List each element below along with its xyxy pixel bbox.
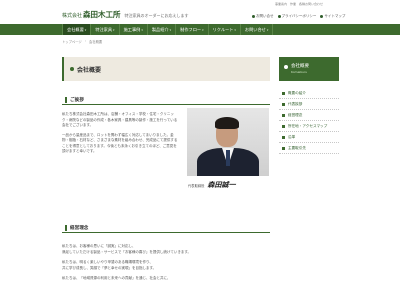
chevron-down-icon: ▾ (266, 27, 269, 32)
philosophy-heading: 経営理念 (62, 223, 270, 233)
philosophy-line: 共に学び成長し、笑顔で「夢と幸せの実現」を目指します。 (62, 266, 157, 270)
title-bullet-icon (70, 67, 74, 71)
privacy-link[interactable]: プライバシーポリシー (277, 14, 317, 19)
sidebar-subtitle: Komaiburu (291, 70, 308, 74)
chevron-down-icon: ▾ (141, 27, 143, 32)
nav-item-label: 施工事例 (123, 26, 141, 32)
chevron-down-icon: ▾ (202, 27, 204, 32)
square-bullet-icon (282, 146, 285, 150)
sidebar-item-label: 概要の紹介 (288, 90, 306, 95)
sidebar-item-access[interactable]: 所在地・アクセスマップ (279, 121, 339, 132)
breadcrumb-current: 会社概要 (89, 40, 103, 44)
sidebar-item-overview[interactable]: 概要の紹介 (279, 88, 339, 99)
greeting-paragraph: 一品から量産品まで、ロットを問わず幅広く対応してまいりました。金物・樹脂・石材な… (62, 132, 178, 154)
square-bullet-icon (282, 102, 285, 106)
greeting-heading: ご挨拶 (62, 95, 270, 105)
sidebar-item-history[interactable]: 沿革 (279, 132, 339, 143)
heading-bar-icon (65, 97, 67, 103)
global-nav-items: 会社概要 ▾ 特注家具 ▾ 施工事例 ▾ 製品紹介 ▾ 制作フロー ▾ リクルート ▾ お問… (62, 24, 274, 35)
chevron-down-icon: ▾ (234, 27, 236, 32)
signature-name: 森田誠一 (207, 180, 236, 189)
sidebar-item-label: 主要取引先 (288, 145, 306, 150)
breadcrumb-separator-icon: › (84, 39, 87, 43)
utility-links: お問い合せ プライバシーポリシー サイトマップ (252, 14, 345, 19)
greeting-heading-label: ご挨拶 (70, 98, 84, 103)
nav-item-company[interactable]: 会社概要 ▾ (62, 24, 92, 35)
header-top-links[interactable]: 事業案内 作業 各種お問い合わせ (275, 2, 323, 6)
global-nav: 会社概要 ▾ 特注家具 ▾ 施工事例 ▾ 製品紹介 ▾ 制作フロー ▾ リクルート ▾ お問… (0, 24, 400, 35)
mail-icon (252, 15, 255, 18)
nav-item-contact[interactable]: お問い合せ ▾ (241, 24, 274, 35)
chevron-down-icon: ▾ (113, 27, 115, 32)
square-bullet-icon (282, 124, 285, 128)
page-title: 会社概要 (77, 67, 102, 74)
privacy-link-label: プライバシーポリシー (281, 14, 317, 18)
brand-tagline: 特注家具のオーダーにお応えします (124, 13, 189, 18)
site-header: 株式会社 森田木工所 特注家具のオーダーにお応えします 事業案内 作業 各種お問… (0, 0, 400, 24)
nav-item-label: 制作フロー (180, 26, 202, 32)
sidebar-title: 会社概要 (291, 64, 309, 69)
nav-item-works[interactable]: 施工事例 ▾ (120, 24, 148, 35)
president-photo (187, 108, 269, 176)
sitemap-icon (320, 15, 324, 18)
sidebar-item-clients[interactable]: 主要取引先 (279, 143, 339, 154)
page: 株式会社 森田木工所 特注家具のオーダーにお応えします 事業案内 作業 各種お問… (0, 0, 400, 300)
sidebar-item-label: 代表挨拶 (288, 101, 303, 106)
square-bullet-icon (282, 91, 285, 95)
sidebar-item-label: 所在地・アクセスマップ (288, 123, 328, 128)
breadcrumb: トップページ › 会社概要 (62, 39, 102, 44)
nav-item-custom-furniture[interactable]: 特注家具 ▾ (91, 24, 120, 35)
sidebar-item-label: 経営理念 (288, 112, 303, 117)
nav-item-flow[interactable]: 制作フロー ▾ (176, 24, 209, 35)
nav-item-label: お問い合せ (244, 26, 266, 32)
page-title-band: 会社概要 (62, 57, 270, 81)
nav-item-label: 製品紹介 (151, 26, 169, 32)
heading-bar-icon (65, 225, 67, 231)
nav-item-products[interactable]: 製品紹介 ▾ (148, 24, 177, 35)
president-signature: 代表取締役 森田誠一 (188, 180, 235, 190)
bullet-icon (277, 15, 281, 18)
sidebar-item-philosophy[interactable]: 経営理念 (279, 110, 339, 121)
philosophy-line: 満足していただける製品・サービスで「お客様の喜び」を提供し続けていきます。 (62, 250, 192, 254)
contact-link[interactable]: お問い合せ (252, 14, 274, 19)
philosophy-line: 私たちは、明るく楽しいやり甲斐のある職場環境を作り、 (62, 260, 153, 264)
brand-name: 森田木工所 (83, 10, 121, 19)
contact-link-label: お問い合せ (256, 14, 274, 18)
greeting-text: 私たち株式会社森田木工所は、店舗・オフィス・学校・住宅・クリニック・病院などの製… (62, 112, 179, 159)
nav-item-label: リクルート (212, 26, 234, 32)
sidebar-bullet-icon (284, 65, 288, 69)
square-bullet-icon (282, 135, 285, 139)
brand-logo[interactable]: 株式会社 森田木工所 特注家具のオーダーにお応えします (62, 9, 189, 20)
sidebar-heading: 会社概要 Komaiburu (279, 57, 339, 81)
sitemap-link[interactable]: サイトマップ (320, 14, 345, 19)
sidebar-item-greeting[interactable]: 代表挨拶 (279, 99, 339, 110)
chevron-down-icon: ▾ (169, 27, 172, 32)
nav-item-recruit[interactable]: リクルート ▾ (209, 24, 241, 35)
square-bullet-icon (282, 113, 285, 117)
philosophy-line: 私たちは、お客様の思いに「誠実」に対応し、 (62, 244, 136, 248)
breadcrumb-home[interactable]: トップページ (62, 39, 82, 44)
nav-item-label: 会社概要 (67, 26, 84, 32)
greeting-paragraph: 私たち株式会社森田木工所は、店舗・オフィス・学校・住宅・クリニック・病院などの製… (62, 112, 178, 127)
brand-prefix: 株式会社 (62, 13, 83, 19)
sidebar-item-label: 沿革 (288, 134, 296, 139)
philosophy-line: 私たちは、「地域資源の利用と未来への貢献」を通じ、社会と共に、 (62, 276, 171, 280)
philosophy-text: 私たちは、お客様の思いに「誠実」に対応し、 満足していただける製品・サービスで「… (62, 244, 270, 286)
sidebar-menu: 概要の紹介 代表挨拶 経営理念 所在地・アクセスマップ 沿革 主要取引先 (279, 88, 339, 154)
nav-item-label: 特注家具 (95, 26, 113, 32)
signature-role: 代表取締役 (188, 184, 205, 188)
sitemap-link-label: サイトマップ (324, 14, 346, 18)
philosophy-heading-label: 経営理念 (70, 226, 89, 231)
chevron-down-icon: ▾ (84, 27, 87, 32)
